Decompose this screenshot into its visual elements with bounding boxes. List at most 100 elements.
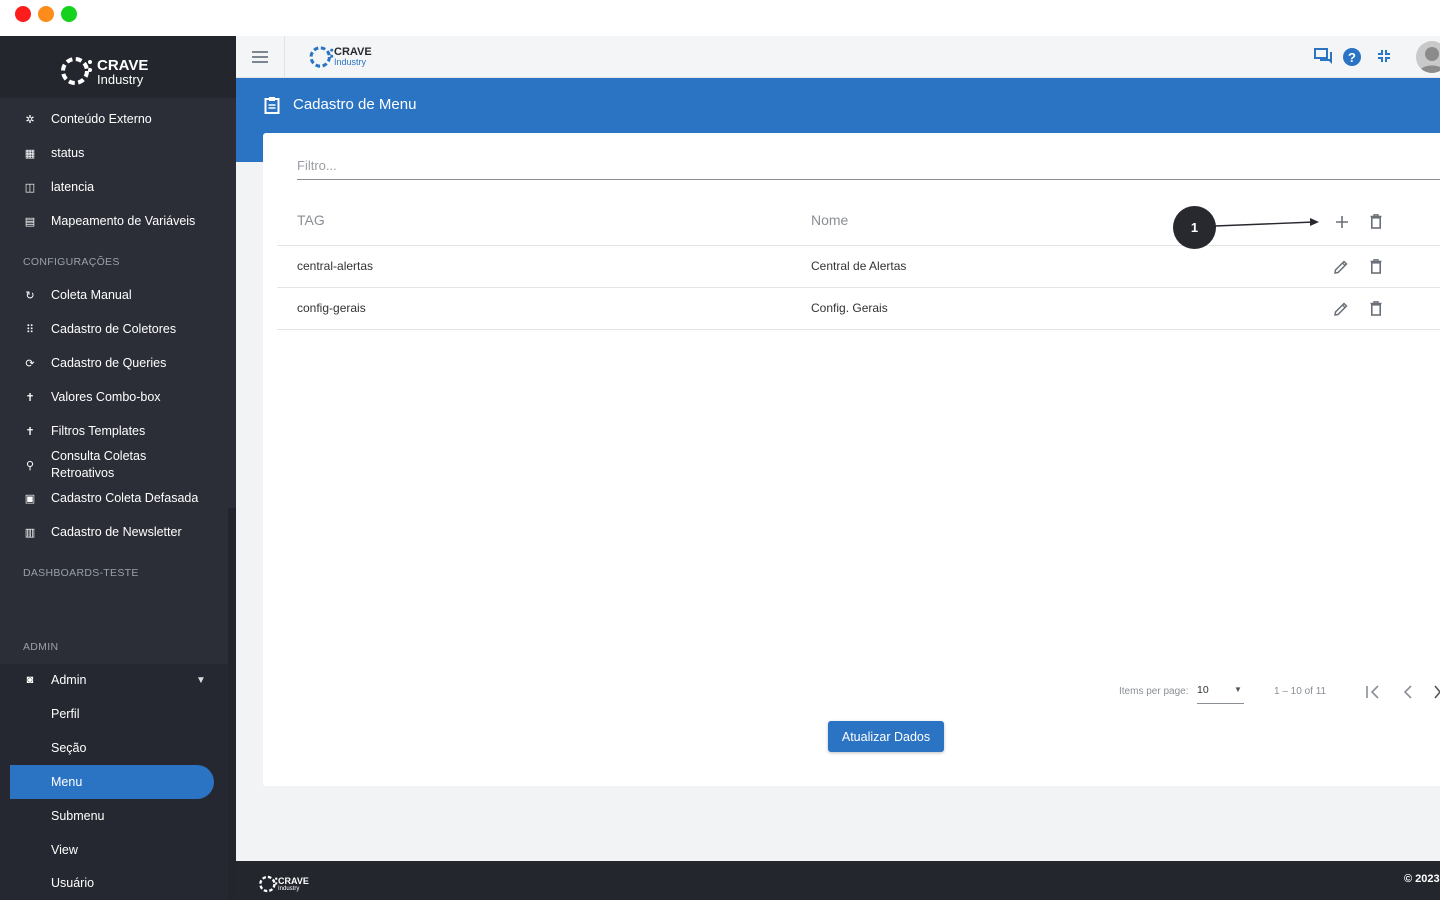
admin-icon: ◙ xyxy=(26,674,34,686)
menu-toggle-icon[interactable] xyxy=(252,51,268,63)
table-row[interactable]: config-gerais Config. Gerais xyxy=(277,288,1440,330)
page-size-select[interactable]: 10 ▼ xyxy=(1197,684,1244,704)
sidebar-item-cadastro-queries[interactable]: ⟳ Cadastro de Queries xyxy=(0,346,228,380)
fullscreen-exit-icon[interactable] xyxy=(1376,48,1392,64)
sidebar-item-label: Admin xyxy=(51,672,87,687)
sidebar-logo[interactable]: CRAVE Industry xyxy=(0,36,236,98)
grid-icon: ⠿ xyxy=(25,323,35,336)
sync-icon: ⟳ xyxy=(25,357,35,370)
sidebar-item-cadastro-coleta-defasada[interactable]: ▣ Cadastro Coleta Defasada xyxy=(0,481,228,515)
sidebar-item-status[interactable]: ▦ status xyxy=(0,136,228,170)
accessibility-icon: ✝ xyxy=(25,391,35,404)
sidebar-item-conteudo-externo[interactable]: ✲ Conteúdo Externo xyxy=(0,102,228,136)
topbar-divider xyxy=(284,36,285,78)
delete-icon[interactable] xyxy=(1370,301,1382,316)
clipboard-icon xyxy=(264,97,280,114)
sidebar-item-filtros-templates[interactable]: ✝ Filtros Templates xyxy=(0,414,228,448)
sidebar-item-label: Cadastro de Queries xyxy=(51,355,167,370)
delete-all-icon[interactable] xyxy=(1370,214,1382,229)
sidebar-item-mapeamento[interactable]: ▤ Mapeamento de Variáveis xyxy=(0,204,228,238)
column-header-nome[interactable]: Nome xyxy=(811,212,848,228)
sidebar-item-label: Submenu xyxy=(51,808,105,823)
search-icon: ⚲ xyxy=(25,459,35,472)
sidebar-item-label: status xyxy=(51,145,85,160)
storage-icon: ▣ xyxy=(24,492,36,505)
sidebar-scrollbar[interactable] xyxy=(228,98,236,900)
cell-tag: config-gerais xyxy=(297,301,366,315)
crave-logo-icon xyxy=(61,57,92,85)
dashboard-icon: ▦ xyxy=(24,147,36,160)
cell-nome: Central de Alertas xyxy=(811,259,907,273)
previous-page-icon[interactable] xyxy=(1402,685,1414,699)
sidebar-section-configuracoes: CONFIGURAÇÕES xyxy=(23,256,120,268)
sidebar-section-dashboards: DASHBOARDS-TESTE xyxy=(23,567,139,579)
first-page-icon[interactable] xyxy=(1365,685,1381,699)
chevron-down-icon: ▼ xyxy=(196,674,206,686)
top-bar: CRAVE Industry ? xyxy=(236,36,1440,78)
sidebar-item-label: Coleta Manual xyxy=(51,287,132,302)
sidebar-item-label: Mapeamento de Variáveis xyxy=(51,213,196,228)
sidebar-item-label: Consulta Coletas Retroativos xyxy=(51,449,147,480)
items-per-page-label: Items per page: xyxy=(1119,686,1189,697)
avatar[interactable] xyxy=(1416,41,1440,73)
refresh-icon: ↻ xyxy=(25,289,35,302)
page-title: Cadastro de Menu xyxy=(293,96,417,113)
brand-name: CRAVE xyxy=(97,57,149,74)
footer-brand-name: CRAVE xyxy=(278,876,309,886)
column-header-tag[interactable]: TAG xyxy=(297,212,325,228)
filter-input[interactable] xyxy=(297,153,1440,177)
crave-logo-icon xyxy=(309,46,334,68)
copyright: © 2023 xyxy=(1404,873,1440,885)
sidebar-scrollbar-thumb[interactable] xyxy=(228,508,236,900)
footer-brand-tagline: Industry xyxy=(278,886,300,892)
minimize-window-button[interactable] xyxy=(38,6,54,22)
help-icon[interactable]: ? xyxy=(1343,48,1361,66)
chat-icon[interactable] xyxy=(1314,48,1334,66)
filter-field[interactable] xyxy=(297,153,1440,180)
sidebar-item-secao[interactable]: Seção xyxy=(0,731,228,765)
sidebar-item-admin[interactable]: ◙ Admin ▼ xyxy=(0,663,228,697)
delete-icon[interactable] xyxy=(1370,259,1382,274)
sidebar-item-view[interactable]: View xyxy=(0,833,228,867)
sidebar-item-label: Valores Combo-box xyxy=(51,389,161,404)
sidebar: CRAVE Industry ✲ Conteúdo Externo ▦ stat… xyxy=(0,36,236,900)
edit-icon[interactable] xyxy=(1333,259,1349,275)
page-size-value: 10 xyxy=(1197,684,1209,696)
sidebar-item-cadastro-newsletter[interactable]: ▥ Cadastro de Newsletter xyxy=(0,515,228,549)
maximize-window-button[interactable] xyxy=(61,6,77,22)
sidebar-item-perfil[interactable]: Perfil xyxy=(0,697,228,731)
table-icon: ▤ xyxy=(24,215,36,228)
cell-tag: central-alertas xyxy=(297,259,374,273)
next-page-icon[interactable] xyxy=(1434,685,1440,699)
annotation-badge: 1 xyxy=(1173,206,1216,249)
sidebar-item-valores-combo-box[interactable]: ✝ Valores Combo-box xyxy=(0,380,228,414)
sidebar-item-label: Cadastro de Newsletter xyxy=(51,524,182,539)
sidebar-item-latencia[interactable]: ◫ latencia xyxy=(0,170,228,204)
sidebar-item-cadastro-coletores[interactable]: ⠿ Cadastro de Coletores xyxy=(0,312,228,346)
footer: CRAVE Industry © 2023 xyxy=(236,861,1440,900)
sidebar-item-label: Cadastro de Coletores xyxy=(51,321,177,336)
user-avatar-icon xyxy=(1419,47,1440,73)
add-icon[interactable] xyxy=(1335,215,1349,229)
sidebar-item-consulta-coletas[interactable]: ⚲ Consulta Coletas Retroativos xyxy=(0,447,228,483)
sidebar-item-menu[interactable]: Menu xyxy=(10,765,214,799)
close-window-button[interactable] xyxy=(15,6,31,22)
brand-tagline: Industry xyxy=(97,72,144,87)
annotation-arrow xyxy=(1214,218,1319,227)
sidebar-item-label: Menu xyxy=(51,774,83,789)
sidebar-item-label: Usuário xyxy=(51,875,95,890)
sidebar-item-submenu[interactable]: Submenu xyxy=(0,799,228,833)
sidebar-item-label: Cadastro Coleta Defasada xyxy=(51,490,199,505)
cell-nome: Config. Gerais xyxy=(811,301,888,315)
sidebar-item-usuario[interactable]: Usuário xyxy=(0,866,228,900)
accessibility-icon: ✝ xyxy=(25,425,35,438)
update-data-button[interactable]: Atualizar Dados xyxy=(828,721,944,752)
window-titlebar xyxy=(0,0,1440,36)
page-range: 1 – 10 of 11 xyxy=(1274,686,1327,697)
puzzle-icon: ✲ xyxy=(25,113,35,126)
sidebar-item-label: Perfil xyxy=(51,706,80,721)
table-row[interactable]: central-alertas Central de Alertas xyxy=(277,246,1440,288)
edit-icon[interactable] xyxy=(1333,301,1349,317)
sidebar-item-coleta-manual[interactable]: ↻ Coleta Manual xyxy=(0,278,228,312)
topbar-brand-tagline: Industry xyxy=(334,57,367,67)
